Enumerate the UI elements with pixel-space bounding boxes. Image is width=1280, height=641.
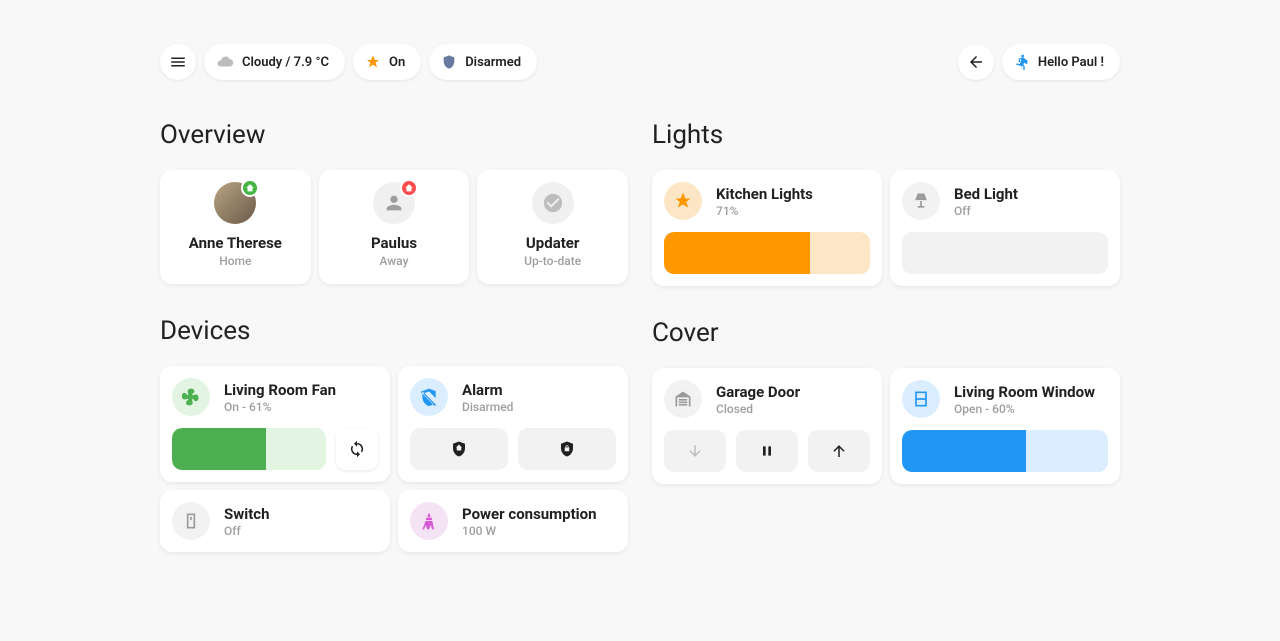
window-status: Open - 60%: [954, 402, 1108, 416]
greeting-label: Hello Paul !: [1038, 55, 1104, 70]
garage-icon: [664, 380, 702, 418]
arrow-down-icon: [686, 442, 704, 460]
light-status: Off: [954, 204, 1108, 218]
light-on-icon: [664, 182, 702, 220]
window-card[interactable]: Living Room Window Open - 60%: [890, 368, 1120, 484]
cover-title: Cover: [652, 318, 1120, 348]
bed-light-slider[interactable]: [902, 232, 1108, 274]
light-name: Kitchen Lights: [716, 185, 870, 203]
window-slider[interactable]: [902, 430, 1108, 472]
switch-card[interactable]: Switch Off: [160, 490, 390, 552]
person-card-paulus[interactable]: Paulus Away: [319, 170, 470, 284]
arrow-left-icon: [967, 53, 985, 71]
cloudy-icon: [216, 53, 234, 71]
garage-status: Closed: [716, 402, 870, 416]
fan-name: Living Room Fan: [224, 381, 378, 399]
cover-close-button[interactable]: [664, 430, 726, 472]
garage-card[interactable]: Garage Door Closed: [652, 368, 882, 484]
alarm-chip-label: Disarmed: [465, 55, 521, 70]
person-walk-icon: [1014, 54, 1030, 70]
light-name: Bed Light: [954, 185, 1108, 203]
alarm-card[interactable]: Alarm Disarmed: [398, 366, 628, 482]
garage-name: Garage Door: [716, 383, 870, 401]
menu-button[interactable]: [160, 44, 196, 80]
person-status: Home: [219, 254, 251, 268]
arm-away-button[interactable]: [518, 428, 616, 470]
light-status: 71%: [716, 204, 870, 218]
fan-icon: [172, 378, 210, 416]
fan-card[interactable]: Living Room Fan On - 61%: [160, 366, 390, 482]
menu-icon: [169, 53, 187, 71]
updater-icon: [532, 182, 574, 224]
person-card-anne[interactable]: Anne Therese Home: [160, 170, 311, 284]
weather-chip[interactable]: Cloudy / 7.9 °C: [204, 44, 345, 80]
power-status: 100 W: [462, 524, 616, 538]
back-button[interactable]: [958, 44, 994, 80]
shield-off-icon: [410, 378, 448, 416]
shield-lock-icon: [558, 440, 576, 458]
transmission-tower-icon: [410, 502, 448, 540]
alarm-chip[interactable]: Disarmed: [429, 44, 537, 80]
lights-chip-label: On: [389, 55, 405, 70]
lamp-icon: [902, 182, 940, 220]
person-name: Anne Therese: [189, 234, 282, 252]
alarm-status: Disarmed: [462, 400, 616, 414]
kitchen-light-slider[interactable]: [664, 232, 870, 274]
overview-title: Overview: [160, 120, 628, 150]
switch-status: Off: [224, 524, 378, 538]
person-name: Paulus: [371, 234, 417, 252]
switch-icon: [172, 502, 210, 540]
greeting-chip[interactable]: Hello Paul !: [1002, 44, 1120, 80]
power-name: Power consumption: [462, 505, 616, 523]
bed-light-card[interactable]: Bed Light Off: [890, 170, 1120, 286]
lights-chip[interactable]: On: [353, 44, 421, 80]
fan-status: On - 61%: [224, 400, 378, 414]
away-badge-icon: [400, 179, 418, 197]
shield-home-icon: [450, 440, 468, 458]
shield-icon: [441, 54, 457, 70]
alarm-name: Alarm: [462, 381, 616, 399]
cover-open-button[interactable]: [808, 430, 870, 472]
arm-home-button[interactable]: [410, 428, 508, 470]
devices-title: Devices: [160, 316, 628, 346]
kitchen-lights-card[interactable]: Kitchen Lights 71%: [652, 170, 882, 286]
sync-icon: [348, 440, 366, 458]
updater-status: Up-to-date: [524, 254, 581, 268]
fan-oscillate-button[interactable]: [336, 428, 378, 470]
window-name: Living Room Window: [954, 383, 1108, 401]
fan-slider[interactable]: [172, 428, 326, 470]
arrow-up-icon: [830, 442, 848, 460]
lights-title: Lights: [652, 120, 1120, 150]
cover-stop-button[interactable]: [736, 430, 798, 472]
home-badge-icon: [241, 179, 259, 197]
header-chips: Cloudy / 7.9 °C On Disarmed: [160, 44, 1120, 80]
updater-card[interactable]: Updater Up-to-date: [477, 170, 628, 284]
switch-name: Switch: [224, 505, 378, 523]
weather-label: Cloudy / 7.9 °C: [242, 55, 329, 70]
lights-icon: [365, 54, 381, 70]
person-status: Away: [380, 254, 409, 268]
window-icon: [902, 380, 940, 418]
updater-name: Updater: [526, 234, 579, 252]
power-card[interactable]: Power consumption 100 W: [398, 490, 628, 552]
pause-icon: [759, 443, 775, 459]
